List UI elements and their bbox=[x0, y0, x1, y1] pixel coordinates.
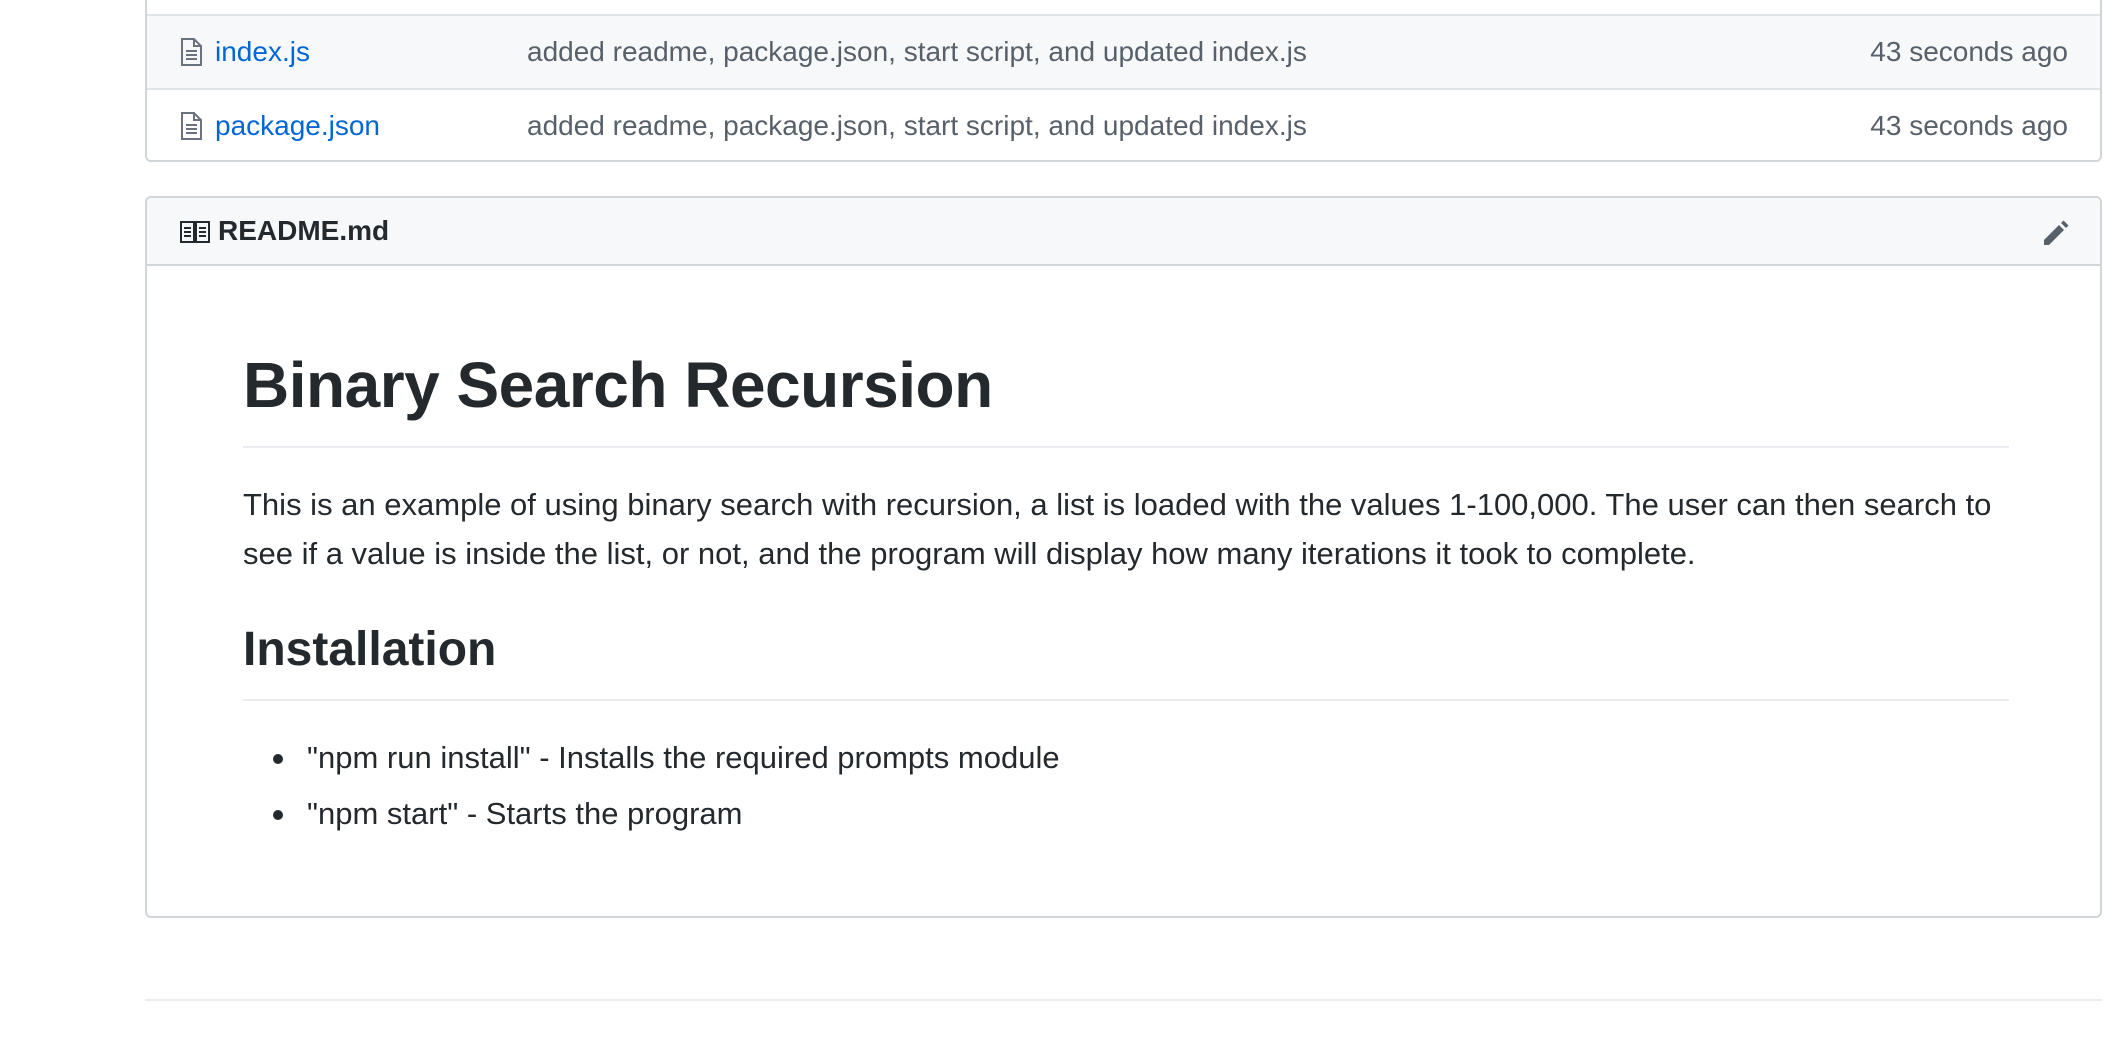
commit-message-link[interactable]: added readme, package.json, start script… bbox=[527, 110, 1307, 142]
readme-heading: Binary Search Recursion bbox=[243, 349, 993, 421]
bullet bbox=[273, 810, 283, 820]
readme-description: This is an example of using binary searc… bbox=[243, 487, 1992, 571]
commit-message-link[interactable]: added readme, package.json, start script… bbox=[527, 36, 1307, 68]
footer-divider bbox=[145, 999, 2102, 1001]
book-icon bbox=[180, 221, 210, 243]
pencil-icon[interactable] bbox=[2040, 218, 2070, 248]
list-item-text: "npm run install" - Installs the require… bbox=[307, 740, 1060, 775]
bullet bbox=[273, 754, 283, 764]
list-item: "npm start" - Starts the program bbox=[243, 786, 1060, 842]
list-item: "npm run install" - Installs the require… bbox=[243, 730, 1060, 786]
installation-list: "npm run install" - Installs the require… bbox=[243, 730, 1060, 842]
installation-heading: Installation bbox=[243, 623, 497, 676]
readme-header: README.md bbox=[147, 198, 2100, 266]
file-name-link[interactable]: index.js bbox=[215, 36, 310, 68]
commit-age: 43 seconds ago bbox=[1870, 110, 2068, 141]
heading-divider bbox=[243, 446, 2009, 448]
readme-panel: README.md Binary Search Recursion This i… bbox=[145, 196, 2102, 918]
list-item-text: "npm start" - Starts the program bbox=[307, 796, 743, 831]
file-name-link[interactable]: package.json bbox=[215, 110, 380, 142]
commit-age: 43 seconds ago bbox=[1870, 36, 2068, 67]
file-row: package.json added readme, package.json,… bbox=[147, 88, 2100, 160]
file-icon bbox=[181, 38, 202, 66]
file-list: index.js added readme, package.json, sta… bbox=[145, 0, 2102, 162]
readme-filename: README.md bbox=[218, 215, 390, 246]
file-icon bbox=[181, 112, 202, 140]
file-row: index.js added readme, package.json, sta… bbox=[147, 14, 2100, 90]
heading-divider bbox=[243, 699, 2009, 701]
